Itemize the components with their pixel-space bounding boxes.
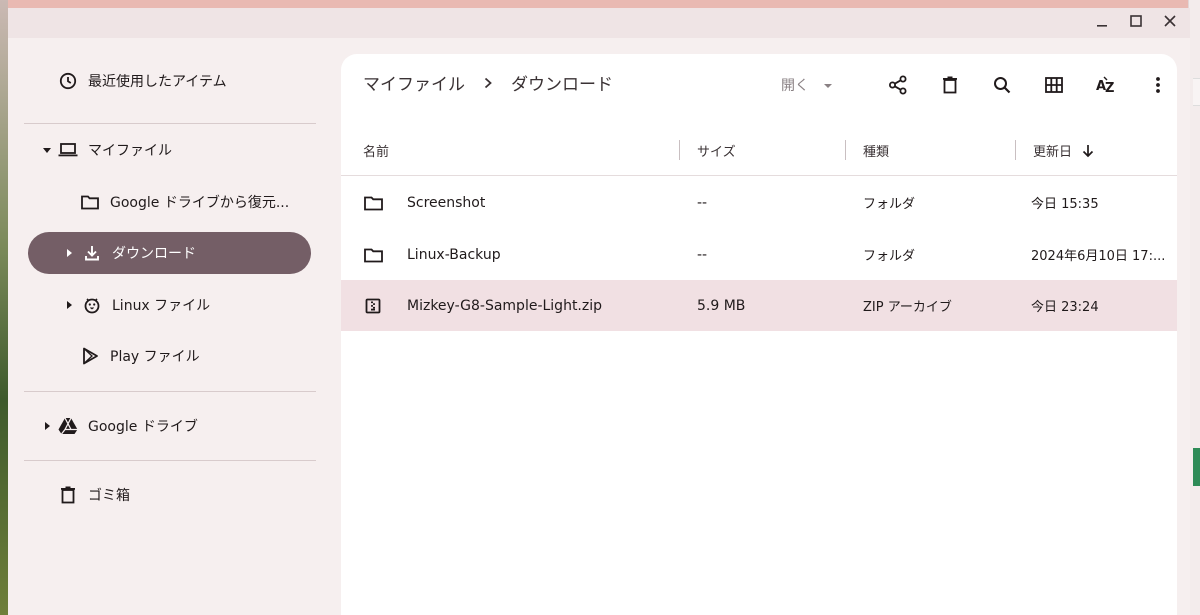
column-header-modified[interactable]: 更新日 [1033, 141, 1094, 160]
column-header-type[interactable]: 種類 [863, 141, 889, 160]
column-header-label: サイズ [697, 145, 736, 160]
expand-arrow-icon[interactable] [62, 246, 76, 260]
sidebar-item-google-restore[interactable]: Google ドライブから復元... [80, 181, 289, 223]
zip-file-icon [363, 280, 383, 331]
maximize-icon[interactable] [1126, 11, 1146, 31]
play-store-icon [80, 346, 100, 366]
file-name: Linux-Backup [407, 246, 501, 263]
sidebar-item-recent[interactable]: 最近使用したアイテム [58, 60, 227, 102]
sort-az-icon[interactable]: AZ [1089, 68, 1123, 102]
folder-icon [363, 177, 383, 228]
file-name: Screenshot [407, 194, 486, 211]
expand-arrow-icon[interactable] [40, 143, 54, 157]
open-button[interactable]: 開く [781, 75, 833, 95]
file-type: フォルダ [863, 197, 916, 212]
sidebar-item-linux-files[interactable]: Linux ファイル [62, 284, 210, 326]
file-modified: 2024年6月10日 17:... [1031, 249, 1166, 264]
table-row-selected[interactable]: Mizkey-G8-Sample-Light.zip 5.9 MB ZIP アー… [341, 280, 1177, 331]
search-icon[interactable] [985, 68, 1019, 102]
breadcrumb: マイファイル ダウンロード [363, 70, 613, 95]
main-panel: マイファイル ダウンロード 開く A Z 名前 サイズ 種類 更新日 Scree… [341, 54, 1177, 615]
column-resize-handle[interactable] [679, 140, 680, 160]
trash-icon [58, 485, 78, 505]
files-app-window: 最近使用したアイテム マイファイル Google ドライブから復元... ダウン… [8, 8, 1190, 615]
share-icon[interactable] [881, 68, 915, 102]
column-resize-handle[interactable] [845, 140, 846, 160]
sidebar: 最近使用したアイテム マイファイル Google ドライブから復元... ダウン… [8, 38, 341, 615]
sidebar-divider [24, 391, 316, 392]
sidebar-divider [24, 123, 316, 124]
breadcrumb-root[interactable]: マイファイル [363, 70, 465, 95]
file-type: フォルダ [863, 249, 916, 264]
file-type: ZIP アーカイブ [863, 300, 952, 315]
sidebar-item-trash[interactable]: ゴミ箱 [58, 474, 130, 516]
column-header-size[interactable]: サイズ [697, 141, 736, 160]
laptop-icon [58, 140, 78, 160]
close-icon[interactable] [1160, 11, 1180, 31]
title-bar[interactable] [8, 8, 1190, 38]
column-header-name[interactable]: 名前 [363, 141, 389, 160]
desktop-wallpaper [0, 0, 8, 615]
expand-arrow-icon[interactable] [40, 419, 54, 433]
chevron-right-icon [483, 77, 493, 89]
sidebar-item-label: ダウンロード [112, 246, 196, 262]
sidebar-item-label: Google ドライブ [88, 419, 198, 435]
folder-icon [80, 192, 100, 212]
sidebar-item-label: Google ドライブから復元... [110, 195, 290, 211]
folder-icon [363, 229, 383, 280]
expand-arrow-icon[interactable] [62, 298, 76, 312]
chevron-down-icon [823, 77, 833, 93]
drive-icon [58, 416, 78, 436]
svg-text:Z: Z [1105, 81, 1114, 95]
column-resize-handle[interactable] [1015, 140, 1016, 160]
file-modified: 今日 23:24 [1031, 300, 1099, 315]
sidebar-item-google-drive[interactable]: Google ドライブ [40, 405, 198, 447]
sidebar-item-play-files[interactable]: Play ファイル [80, 335, 200, 377]
sidebar-item-my-files[interactable]: マイファイル [40, 129, 172, 171]
arrow-down-icon [1082, 144, 1094, 158]
minimize-icon[interactable] [1092, 11, 1112, 31]
download-icon [82, 243, 102, 263]
sidebar-item-label: Linux ファイル [112, 298, 211, 314]
open-button-label: 開く [781, 78, 809, 94]
window-controls [1092, 11, 1180, 31]
delete-icon[interactable] [933, 68, 967, 102]
more-vert-icon[interactable] [1141, 68, 1175, 102]
column-header-label: 名前 [363, 145, 390, 160]
sidebar-item-label: 最近使用したアイテム [88, 74, 227, 90]
file-size: -- [697, 194, 708, 211]
sidebar-divider [24, 460, 316, 461]
file-name: Mizkey-G8-Sample-Light.zip [407, 297, 603, 314]
browser-tab-strip [0, 0, 1200, 8]
file-modified: 今日 15:35 [1031, 197, 1099, 212]
breadcrumb-current[interactable]: ダウンロード [511, 70, 613, 95]
grid-view-icon[interactable] [1037, 68, 1071, 102]
clock-icon [58, 71, 78, 91]
column-header-label: 更新日 [1033, 145, 1073, 160]
sidebar-item-label: Play ファイル [110, 349, 200, 365]
sidebar-item-label: マイファイル [88, 143, 172, 159]
toolbar: 開く AZ [781, 68, 1175, 102]
sidebar-item-downloads[interactable]: ダウンロード [28, 232, 311, 274]
column-header-row: 名前 サイズ 種類 更新日 [341, 124, 1177, 176]
table-row[interactable]: Linux-Backup -- フォルダ 2024年6月10日 17:... [341, 229, 1177, 280]
file-size: 5.9 MB [697, 297, 746, 314]
file-size: -- [697, 246, 708, 263]
column-header-label: 種類 [863, 145, 890, 160]
table-row[interactable]: Screenshot -- フォルダ 今日 15:35 [341, 177, 1177, 228]
sidebar-item-label: ゴミ箱 [88, 488, 130, 504]
penguin-icon [82, 295, 102, 315]
